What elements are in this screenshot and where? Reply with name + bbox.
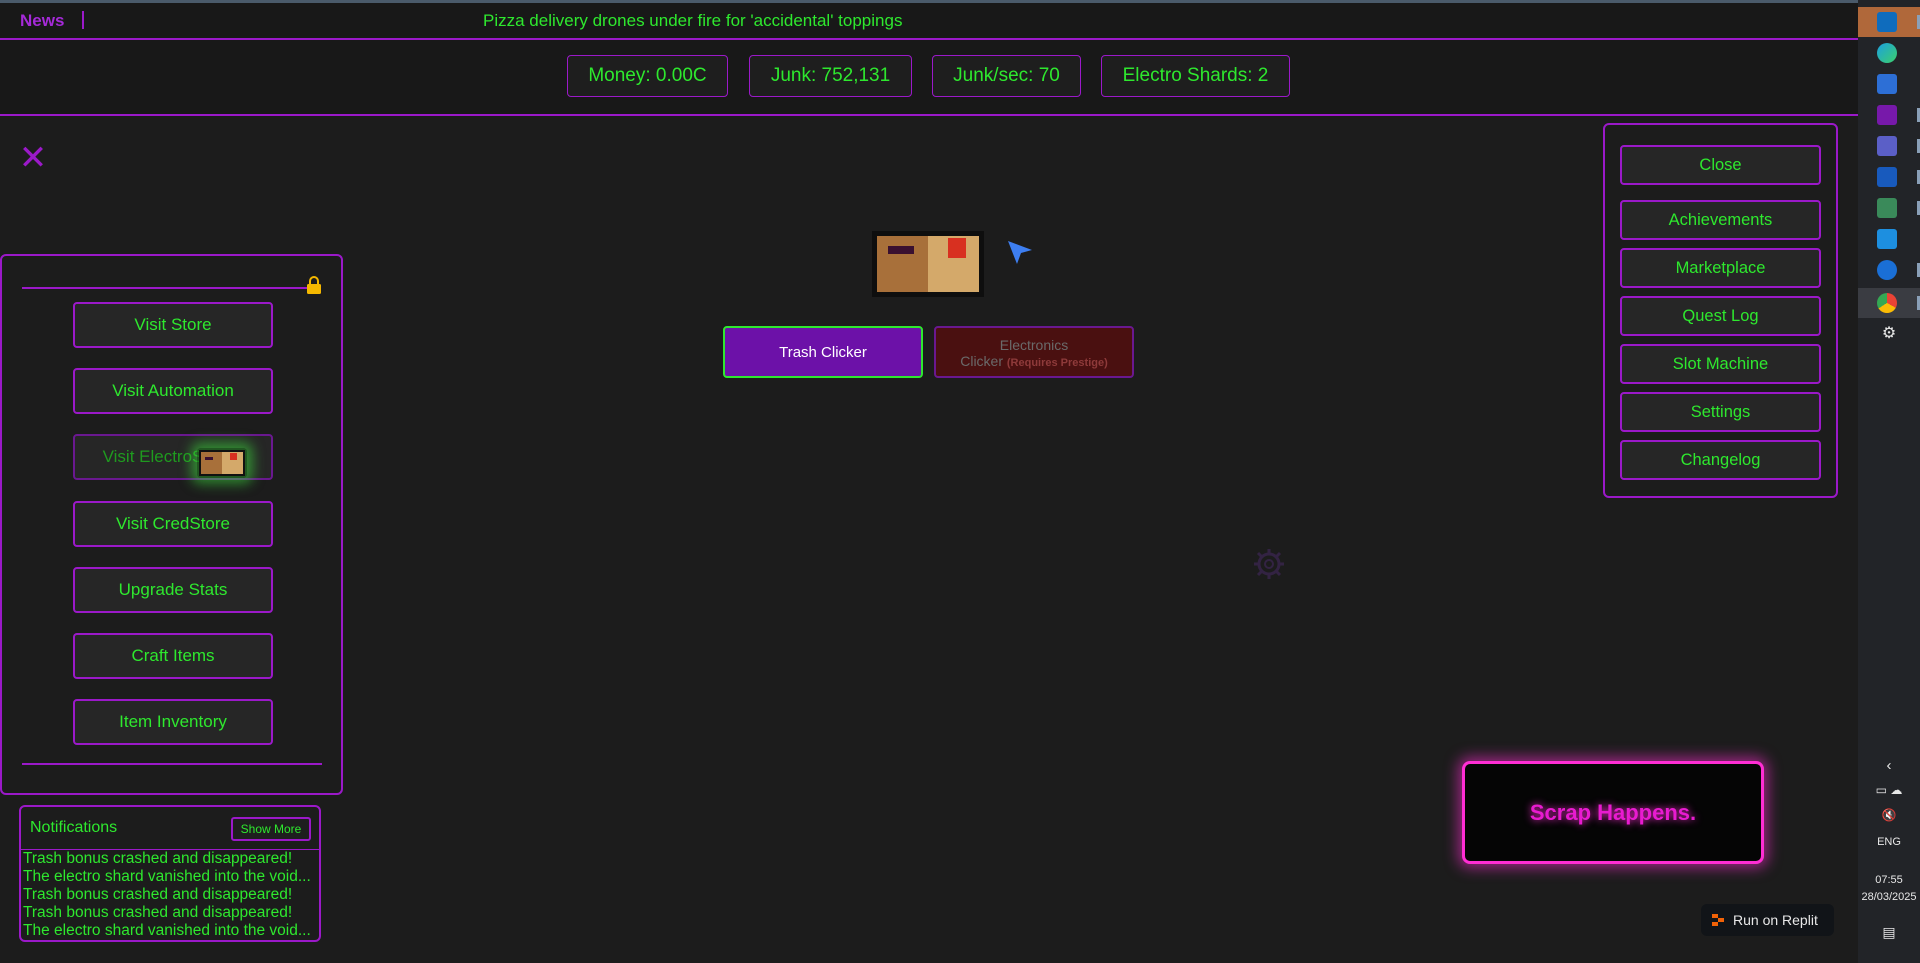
electronics-clicker-tab[interactable]: Electronics Clicker (Requires Prestige) (934, 326, 1134, 378)
teamviewer-icon[interactable] (1877, 260, 1897, 280)
money-stat: Money: 0.00C (567, 55, 728, 97)
gear-icon (1254, 549, 1284, 579)
visit-electrostore-label: Visit ElectroS (102, 447, 204, 466)
news-separator (82, 11, 84, 29)
teams-icon[interactable] (1877, 136, 1897, 156)
electronics-tab-line2: Clicker (960, 353, 1003, 369)
notifications-title: Notifications (30, 819, 118, 836)
trash-crate-clicker[interactable] (872, 231, 984, 297)
list-item: Trash bonus crashed and disappeared! (23, 904, 293, 921)
chrome-icon[interactable] (1877, 293, 1897, 313)
list-item: The electro shard vanished into the void… (23, 868, 311, 885)
craft-items-button[interactable]: Craft Items (73, 633, 273, 679)
outlook-icon[interactable] (1877, 12, 1897, 32)
close-button[interactable]: Close (1620, 145, 1821, 185)
clock-time[interactable]: 07:55 (1858, 874, 1920, 886)
junk-per-sec-stat: Junk/sec: 70 (932, 55, 1081, 97)
list-item: Trash bonus crashed and disappeared! (23, 850, 293, 867)
scrap-happens-banner[interactable]: Scrap Happens. (1462, 761, 1764, 864)
divider (22, 287, 307, 289)
notifications-list: Trash bonus crashed and disappeared! The… (21, 850, 319, 940)
settings-button[interactable]: Settings (1620, 392, 1821, 432)
quest-log-button[interactable]: Quest Log (1620, 296, 1821, 336)
changelog-button[interactable]: Changelog (1620, 440, 1821, 480)
trash-clicker-tab[interactable]: Trash Clicker (723, 326, 923, 378)
left-menu-panel: Visit Store Visit Automation Visit Elect… (0, 254, 343, 795)
close-icon[interactable]: ✕ (18, 141, 48, 175)
replit-icon (1712, 914, 1724, 926)
mute-icon[interactable]: 🔇 (1858, 808, 1920, 822)
news-bar: News Pizza delivery drones under fire fo… (0, 3, 1858, 40)
chevron-left-icon[interactable]: ‹ (1858, 757, 1920, 774)
notifications-icon[interactable]: ▤ (1858, 924, 1920, 941)
store-icon[interactable] (1877, 74, 1897, 94)
electro-shards-stat: Electro Shards: 2 (1101, 55, 1290, 97)
slot-machine-button[interactable]: Slot Machine (1620, 344, 1821, 384)
requires-prestige-note: (Requires Prestige) (1006, 357, 1108, 369)
news-headline: Pizza delivery drones under fire for 'ac… (483, 11, 903, 30)
app-icon[interactable] (1877, 198, 1897, 218)
replit-label: Run on Replit (1733, 912, 1818, 928)
news-label: News (20, 11, 65, 30)
lock-icon[interactable] (306, 276, 322, 294)
word-icon[interactable] (1877, 167, 1897, 187)
divider (22, 763, 322, 765)
upgrade-stats-button[interactable]: Upgrade Stats (73, 567, 273, 613)
visit-credstore-button[interactable]: Visit CredStore (73, 501, 273, 547)
taskbar: ⚙ ‹ ▭ ☁ 🔇 ENG 07:55 28/03/2025 ▤ (1858, 0, 1920, 963)
settings-gear-icon[interactable]: ⚙ (1858, 323, 1920, 343)
language-indicator[interactable]: ENG (1858, 836, 1920, 848)
item-inventory-button[interactable]: Item Inventory (73, 699, 273, 745)
list-item: Trash bonus crashed and disappeared! (23, 886, 293, 903)
marketplace-button[interactable]: Marketplace (1620, 248, 1821, 288)
electronics-tab-line1: Electronics (999, 337, 1069, 353)
notifications-panel: Notifications Show More Trash bonus cras… (19, 805, 321, 942)
network-icon[interactable]: ▭ ☁ (1858, 783, 1920, 797)
clock-date[interactable]: 28/03/2025 (1858, 891, 1920, 903)
achievements-button[interactable]: Achievements (1620, 200, 1821, 240)
crate-overlay (197, 448, 247, 478)
onenote-icon[interactable] (1877, 105, 1897, 125)
visit-electrostore-button[interactable]: Visit ElectroS (73, 434, 273, 480)
visit-automation-button[interactable]: Visit Automation (73, 368, 273, 414)
show-more-button[interactable]: Show More (231, 817, 311, 841)
junk-stat: Junk: 752,131 (749, 55, 912, 97)
onedrive-app-icon[interactable] (1877, 229, 1897, 249)
list-item: The electro shard vanished into the void… (23, 922, 311, 939)
stats-bar: Money: 0.00C Junk: 752,131 Junk/sec: 70 … (0, 40, 1858, 116)
scrap-happens-text: Scrap Happens. (1529, 799, 1697, 825)
visit-store-button[interactable]: Visit Store (73, 302, 273, 348)
edge-icon[interactable] (1877, 43, 1897, 63)
right-menu-panel: Close Achievements Marketplace Quest Log… (1603, 123, 1838, 498)
cursor-icon (1008, 241, 1032, 264)
run-on-replit-button[interactable]: Run on Replit (1701, 904, 1834, 936)
crate-icon (199, 450, 245, 476)
